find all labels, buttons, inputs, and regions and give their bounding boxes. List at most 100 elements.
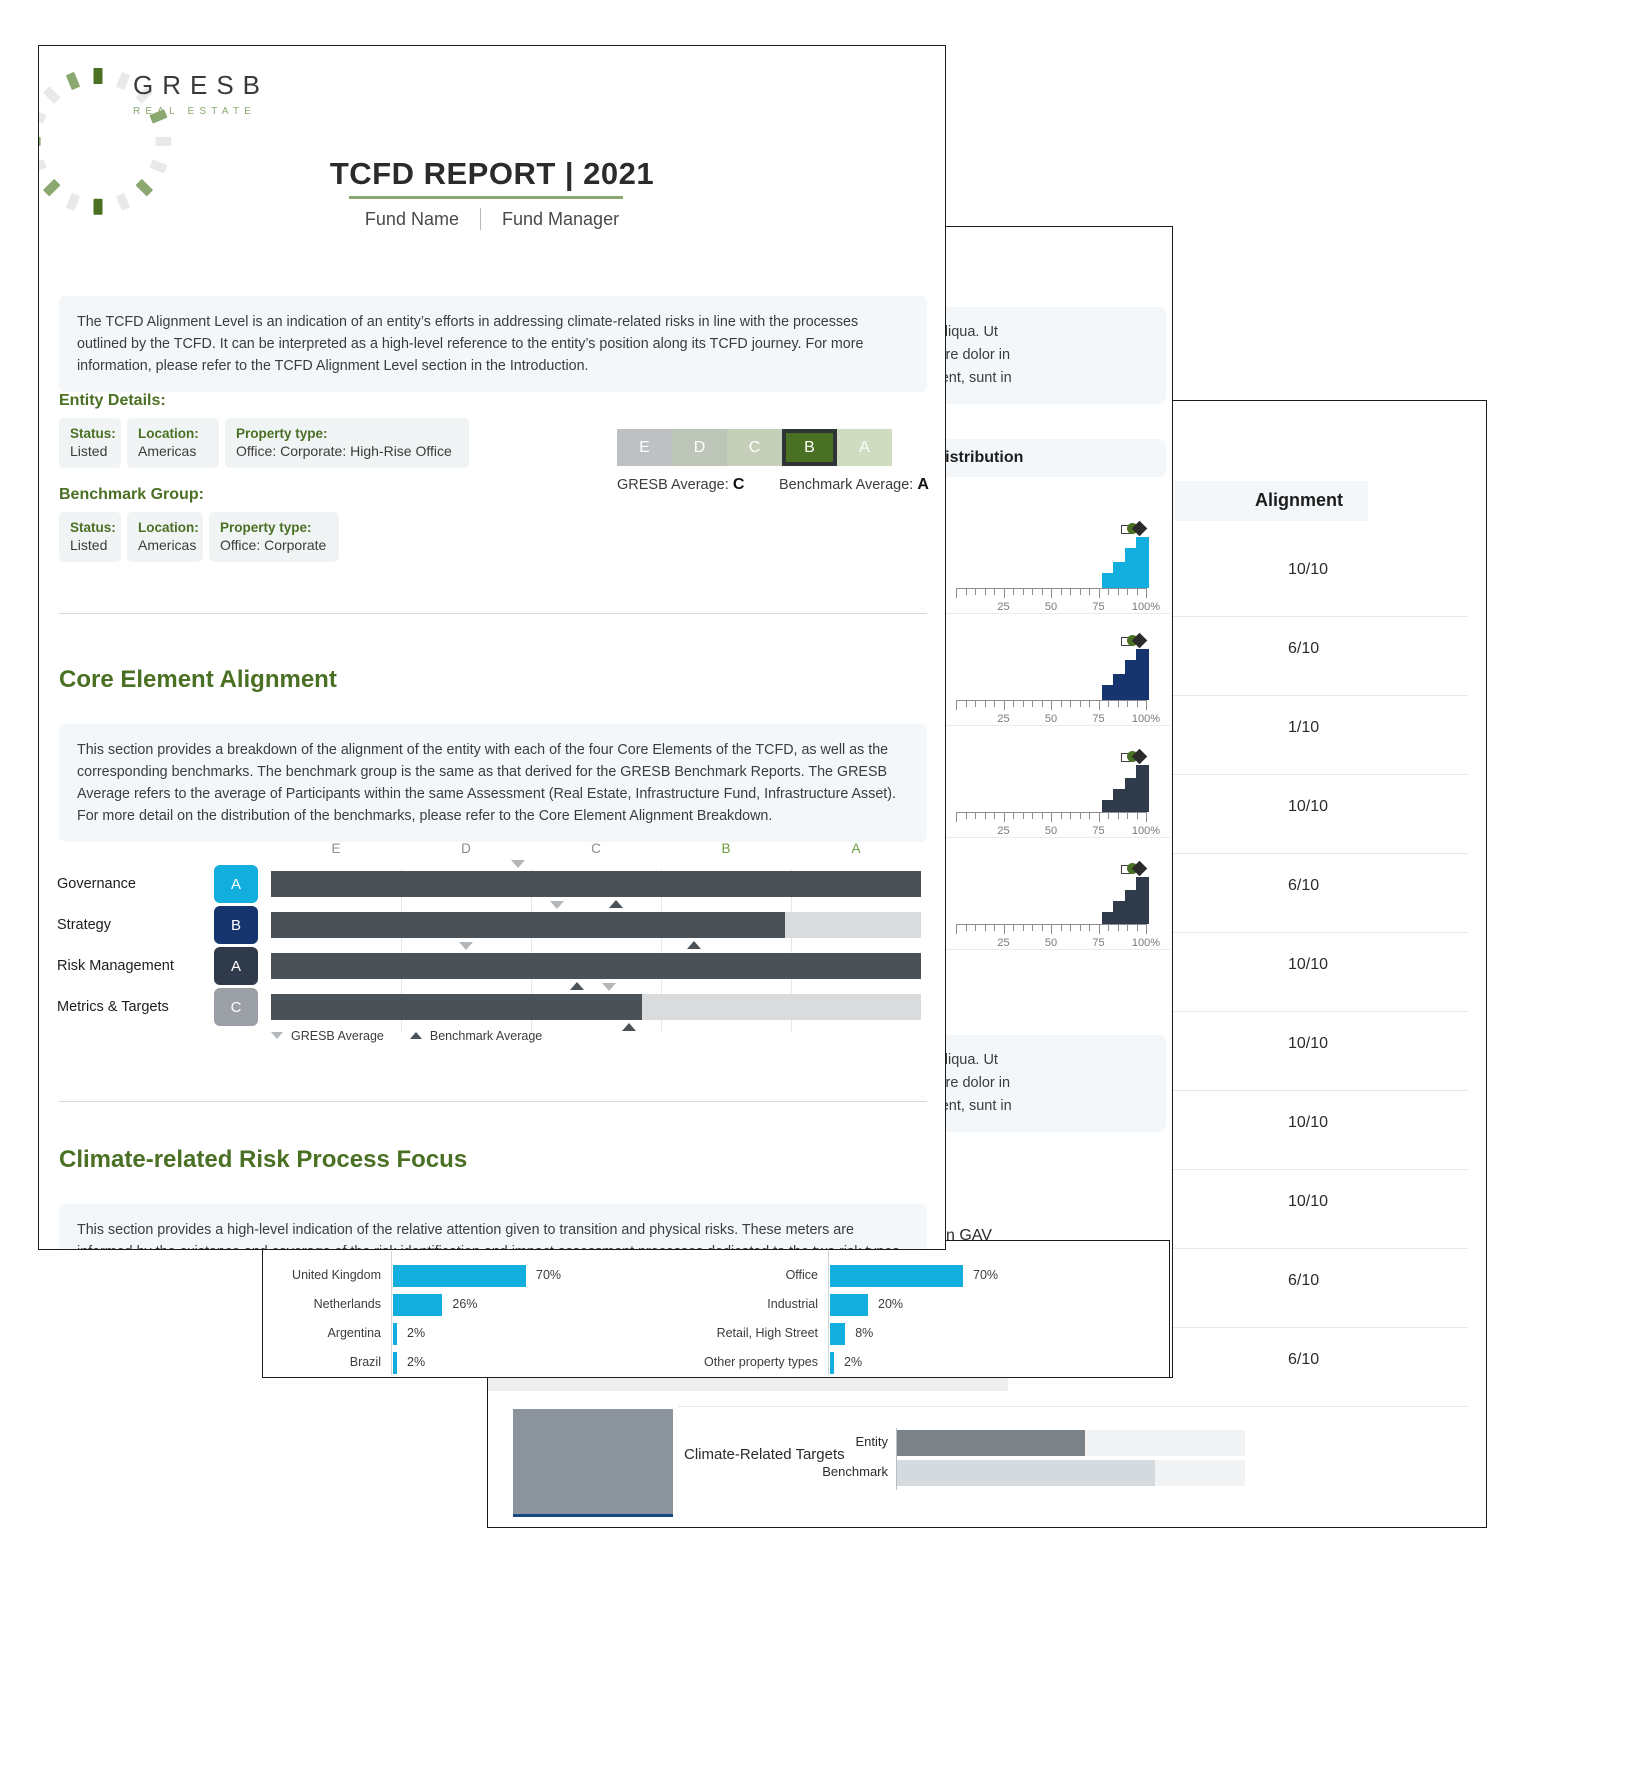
axis-tick <box>1108 925 1109 931</box>
note-top: dolore magna aliqua. Ut at. Duis aute ir… <box>945 307 1166 404</box>
axis-tick <box>1146 588 1147 598</box>
axis-tick-label: 50 <box>1044 601 1058 613</box>
axis-tick <box>1013 589 1014 595</box>
chart-separator <box>946 837 1171 838</box>
logo-segment <box>93 68 103 84</box>
axis-tick <box>1051 924 1052 934</box>
cea-grade-label-D: D <box>461 841 471 856</box>
row-alignment-score: 10/10 <box>1288 1114 1329 1131</box>
cea-grade-badge-2: A <box>214 947 258 985</box>
logo-segment <box>115 71 131 91</box>
property-type-bar-0 <box>830 1265 963 1287</box>
axis-tick <box>1041 925 1043 931</box>
country-value-1: 26% <box>452 1297 478 1311</box>
axis-tick <box>1022 813 1024 819</box>
cea-benchmark-average-marker-1 <box>686 941 701 949</box>
country-label-0: United Kingdom <box>292 1268 381 1282</box>
core-element-alignment-heading: Core Element Alignment <box>59 666 337 693</box>
country-value-0: 70% <box>536 1268 562 1282</box>
axis-tick <box>1003 812 1005 822</box>
axis-tick <box>1032 925 1033 931</box>
benchmark-distribution-strategy: 25 50 75 100% <box>956 617 1166 727</box>
axis-tick <box>1060 925 1062 931</box>
cea-grade-badge-1: B <box>214 906 258 944</box>
axis-tick <box>1003 700 1005 710</box>
climate-targets-benchmark-track <box>897 1460 1245 1486</box>
cea-legend-gresb-icon <box>271 1032 283 1039</box>
property-type-value-1: 20% <box>878 1297 904 1311</box>
entity-details-chip-0: Status: Listed <box>59 418 121 468</box>
row-alignment-score: 10/10 <box>1288 956 1329 973</box>
benchmark-distribution-heading: Benchmark Distribution <box>946 439 1166 477</box>
axis-tick <box>1022 589 1024 595</box>
note-bottom-line2: at. Duis aute irure dolor in <box>945 1075 1011 1091</box>
note-top-line2: at. Duis aute irure dolor in <box>945 347 1011 363</box>
axis-tick <box>1051 588 1052 598</box>
title-underline <box>349 196 623 199</box>
scale-cell-B: B <box>782 429 837 466</box>
axis-tick <box>994 701 995 707</box>
property-type-bar-3 <box>830 1352 834 1374</box>
axis-tick <box>1098 812 1100 822</box>
gresb-average-value: C <box>732 476 745 493</box>
gresb-logo-icon <box>39 64 172 215</box>
axis-tick <box>1089 589 1090 595</box>
axis-tick <box>984 813 986 819</box>
axis-tick <box>1051 700 1052 710</box>
property-type-bar-2 <box>830 1323 846 1345</box>
axis-tick <box>1136 589 1138 595</box>
cea-row-label-2: Risk Management <box>57 958 174 974</box>
entity-details-chip-1: Location: Americas <box>127 418 219 468</box>
axis-tick <box>1070 589 1071 595</box>
axis-tick <box>994 813 995 819</box>
axis-tick <box>1136 813 1138 819</box>
axis-tick <box>1108 813 1109 819</box>
climate-targets-benchmark-fill <box>897 1460 1155 1486</box>
axis-tick <box>1022 925 1024 931</box>
benchmark-average-label: Benchmark Average: <box>779 477 914 493</box>
cea-gresb-average-marker-1 <box>550 901 564 909</box>
climate-targets-entity-track <box>897 1430 1245 1456</box>
cea-grade-badge-0: A <box>214 865 258 903</box>
core-element-note: This section provides a breakdown of the… <box>59 724 927 842</box>
axis-tick <box>1117 589 1119 595</box>
axis-tick <box>1013 813 1014 819</box>
axis-tick <box>1089 701 1090 707</box>
country-bar-3 <box>393 1352 397 1374</box>
climate-related-targets-label: Climate-Related Targets <box>684 1446 845 1463</box>
axis-tick <box>1051 812 1052 822</box>
axis-tick <box>1022 701 1024 707</box>
chart-placeholder-underline <box>513 1514 673 1517</box>
country-label-2: Argentina <box>327 1326 381 1340</box>
benchmark-group-chip-2: Property type: Office: Corporate <box>209 512 339 562</box>
cea-grade-label-E: E <box>331 841 341 856</box>
axis-tick <box>1032 589 1033 595</box>
axis-tick <box>975 925 976 931</box>
axis-tick <box>1032 701 1033 707</box>
axis-tick <box>1079 589 1081 595</box>
cea-legend: GRESB Average Benchmark Average <box>271 1029 542 1043</box>
axis-tick <box>1079 701 1081 707</box>
fund-manager: Fund Manager <box>502 209 620 229</box>
axis-tick <box>956 924 957 934</box>
cea-grade-label-C: C <box>591 841 601 856</box>
axis-tick-label: 75 <box>1092 601 1105 613</box>
chart-separator <box>946 725 1171 726</box>
row-alignment-score: 10/10 <box>1288 798 1329 815</box>
row-alignment-score: 6/10 <box>1288 1272 1320 1289</box>
benchmark-group-label: Benchmark Group: <box>59 486 204 503</box>
entity-details-chip-value: Listed <box>70 443 108 459</box>
axis-tick-label: 100% <box>1131 937 1161 949</box>
benchmark-group-chip-key: Property type: <box>220 520 312 535</box>
benchmark-group-chip-0: Status: Listed <box>59 512 121 562</box>
country-label-1: Netherlands <box>313 1297 381 1311</box>
cea-row-label-3: Metrics & Targets <box>57 999 169 1015</box>
property-type-label-1: Industrial <box>767 1297 818 1311</box>
logo-subtitle: REAL ESTATE <box>133 106 257 117</box>
axis-tick <box>965 701 967 707</box>
fund-name: Fund Name <box>364 209 459 229</box>
axis-tick <box>1108 701 1109 707</box>
axis-tick <box>1041 813 1043 819</box>
axis-tick <box>1098 700 1100 710</box>
benchmark-group-chip-value: Americas <box>138 537 197 553</box>
